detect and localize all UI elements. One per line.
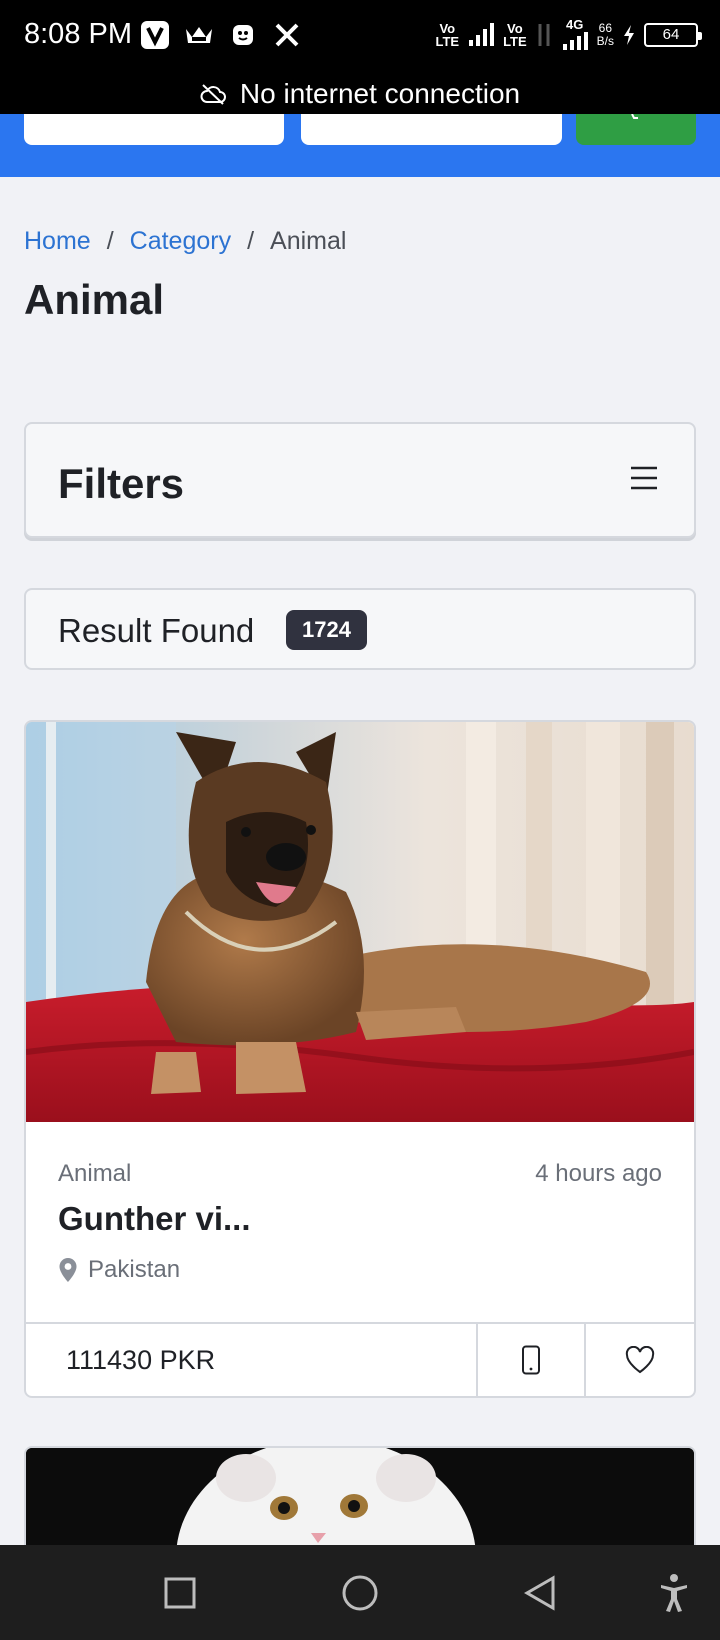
listing-title[interactable]: Gunther vi... [58, 1200, 251, 1238]
notification-icons [140, 20, 302, 50]
status-time: 8:08 PM [24, 18, 132, 50]
circle-icon [342, 1575, 378, 1611]
charging-icon [624, 24, 634, 45]
speed-unit: B/s [596, 33, 614, 48]
signal-icon-2 [562, 32, 588, 50]
map-pin-icon [59, 1258, 77, 1282]
call-button[interactable] [478, 1324, 586, 1396]
square-icon [164, 1577, 196, 1609]
site-header [0, 113, 720, 177]
listing-category: Animal [58, 1160, 132, 1187]
crown-app-icon [184, 20, 214, 50]
cloud-off-icon [200, 84, 226, 105]
result-found-bar: Result Found 1724 [24, 588, 696, 670]
x-app-icon [272, 20, 302, 50]
navigation-bar [0, 1545, 720, 1640]
data-arrows-icon [538, 23, 550, 46]
filters-title: Filters [58, 460, 185, 507]
filters-panel[interactable]: Filters [24, 422, 696, 538]
result-count-badge: 1724 [286, 610, 367, 650]
location-text: Pakistan [88, 1256, 181, 1283]
screen: 8:08 PM Vo LTE Vo LTE 4G 66 B/s 64 No in… [0, 0, 720, 1640]
battery-icon: 64 [644, 22, 702, 47]
listing-price: 111430 PKR [26, 1324, 478, 1396]
home-button[interactable] [340, 1573, 380, 1613]
hamburger-menu-icon[interactable] [630, 466, 658, 490]
search-button[interactable] [576, 113, 696, 145]
phone-icon [522, 1345, 540, 1375]
back-button[interactable] [520, 1573, 560, 1613]
search-input[interactable] [24, 114, 284, 145]
breadcrumb-home[interactable]: Home [24, 227, 91, 256]
triangle-back-icon [524, 1575, 555, 1611]
breadcrumb: Home / Category / Animal [24, 227, 346, 256]
chat-app-icon [228, 20, 258, 50]
favorite-button[interactable] [586, 1324, 694, 1396]
offline-banner: No internet connection [0, 74, 720, 114]
page-title: Animal [24, 276, 165, 323]
speed-value: 66 [598, 20, 612, 35]
result-label: Result Found [58, 612, 255, 649]
listing-footer: 111430 PKR [26, 1322, 694, 1396]
status-bar: 8:08 PM Vo LTE Vo LTE 4G 66 B/s 64 [0, 0, 720, 74]
battery-level: 64 [662, 26, 680, 43]
breadcrumb-separator: / [247, 227, 255, 255]
network-type: 4G [565, 17, 584, 32]
heart-icon [625, 1346, 655, 1374]
recent-apps-button[interactable] [160, 1573, 200, 1613]
accessibility-button[interactable] [654, 1573, 694, 1613]
location-input[interactable] [301, 114, 562, 145]
volte-label-2: Vo LTE [503, 20, 527, 49]
listing-card[interactable]: Animal 4 hours ago Gunther vi... Pakista… [24, 720, 696, 1398]
dog-photo [26, 722, 694, 1122]
search-icon [631, 113, 638, 119]
volte-label-1: Vo LTE [435, 20, 460, 49]
accessibility-icon [661, 1574, 687, 1612]
breadcrumb-separator: / [106, 227, 114, 255]
listing-photo[interactable] [26, 722, 694, 1122]
vpn-app-icon [140, 20, 170, 50]
listing-location: Pakistan [58, 1256, 180, 1284]
signal-icon [469, 22, 495, 46]
breadcrumb-current: Animal [270, 227, 347, 255]
listing-time: 4 hours ago [535, 1160, 662, 1187]
offline-text: No internet connection [239, 78, 521, 109]
breadcrumb-category[interactable]: Category [130, 227, 231, 256]
status-right: Vo LTE Vo LTE 4G 66 B/s 64 [435, 17, 702, 51]
